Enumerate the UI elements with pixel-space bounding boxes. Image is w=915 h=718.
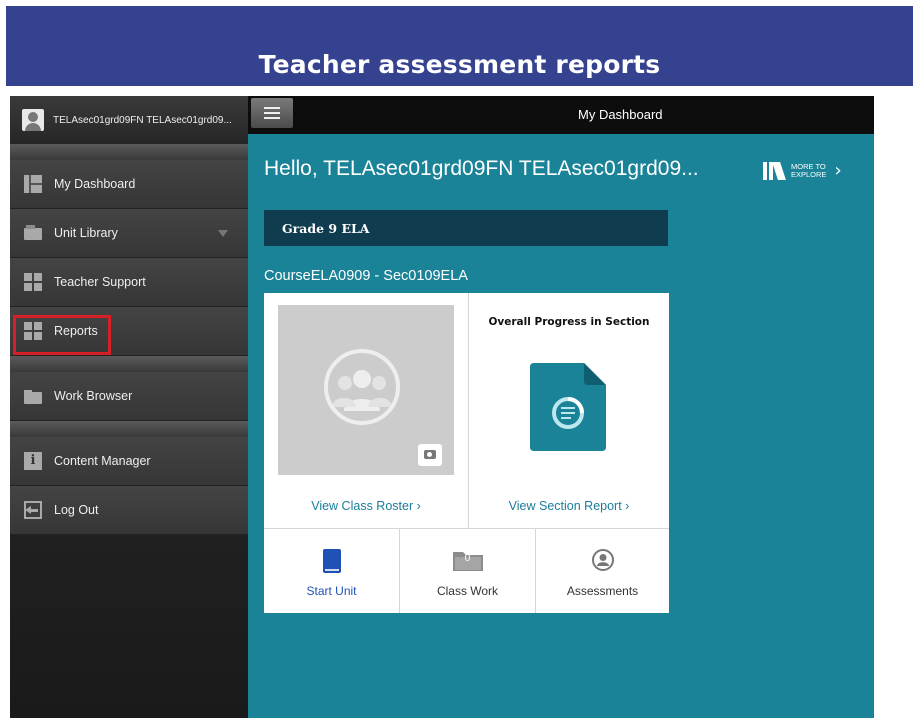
assessment-user-icon — [591, 549, 614, 571]
dashboard-icon — [24, 175, 42, 193]
sidebar-item-label: Content Manager — [54, 454, 151, 468]
sidebar: TELAsec01grd09FN TELAsec01grd09... My Da… — [10, 96, 248, 718]
sidebar-item-my-dashboard[interactable]: My Dashboard — [10, 160, 248, 209]
folder-icon — [24, 387, 42, 405]
start-unit-label: Start Unit — [306, 584, 357, 598]
chevron-right-icon: › — [625, 499, 630, 513]
class-work-button[interactable]: 0 Class Work — [400, 529, 535, 613]
camera-icon[interactable] — [418, 444, 442, 466]
sidebar-item-teacher-support[interactable]: Teacher Support — [10, 258, 248, 307]
book-icon — [322, 549, 341, 573]
reports-highlight-box — [13, 315, 111, 355]
main-content: My Dashboard Hello, TELAsec01grd09FN TEL… — [248, 96, 874, 718]
overall-progress-title: Overall Progress in Section — [488, 316, 650, 328]
sidebar-item-label: Log Out — [54, 503, 99, 517]
grade-label: Grade 9 ELA — [282, 221, 370, 236]
progress-document-icon[interactable] — [530, 363, 606, 451]
app-window: TELAsec01grd09FN TELAsec01grd09... My Da… — [10, 96, 874, 718]
class-work-label: Class Work — [436, 584, 499, 598]
chevron-right-icon: › — [834, 160, 842, 181]
class-card: Overall Progress in Section View Class R… — [264, 293, 669, 613]
greeting: Hello, TELAsec01grd09FN TELAsec01grd09..… — [264, 157, 699, 180]
chevron-down-icon[interactable] — [218, 230, 228, 237]
explore-text: MORE TO EXPLORE — [791, 162, 827, 179]
assessments-label: Assessments — [566, 584, 639, 598]
sidebar-separator — [10, 356, 248, 372]
view-section-report-link[interactable]: View Section Report › — [469, 499, 669, 513]
start-unit-button[interactable]: Start Unit — [264, 529, 399, 613]
user-profile[interactable]: TELAsec01grd09FN TELAsec01grd09... — [10, 96, 248, 144]
top-bar: My Dashboard — [248, 96, 874, 134]
course-title: CourseELA0909 - Sec0109ELA — [264, 268, 468, 284]
more-to-explore-link[interactable]: MORE TO EXPLORE › — [763, 160, 842, 181]
hamburger-icon — [264, 117, 280, 119]
chevron-right-icon: › — [416, 499, 421, 513]
sidebar-item-label: My Dashboard — [54, 177, 136, 191]
sidebar-item-work-browser[interactable]: Work Browser — [10, 372, 248, 421]
grade-header[interactable]: Grade 9 ELA — [264, 210, 668, 246]
class-photo[interactable] — [278, 305, 454, 475]
sidebar-separator — [10, 421, 248, 437]
explore-logo-icon — [763, 161, 786, 180]
info-icon: i — [24, 452, 42, 470]
unit-library-icon — [24, 224, 42, 242]
sidebar-item-content-manager[interactable]: i Content Manager — [10, 437, 248, 486]
hamburger-icon — [264, 107, 280, 109]
logout-icon — [24, 501, 42, 519]
header-banner: Teacher assessment reports — [6, 6, 913, 86]
explore-line2: EXPLORE — [791, 169, 827, 179]
page-title: My Dashboard — [578, 107, 663, 122]
group-icon — [324, 349, 400, 425]
sidebar-separator — [10, 144, 248, 160]
sidebar-item-label: Work Browser — [54, 389, 133, 403]
sidebar-item-log-out[interactable]: Log Out — [10, 486, 248, 535]
class-work-badge: 0 — [464, 553, 471, 564]
sidebar-item-unit-library[interactable]: Unit Library — [10, 209, 248, 258]
assessments-button[interactable]: Assessments — [536, 529, 669, 613]
view-class-roster-label: View Class Roster — [311, 499, 414, 513]
hamburger-icon — [264, 112, 280, 114]
teacher-support-icon — [24, 273, 42, 291]
sidebar-item-label: Teacher Support — [54, 275, 146, 289]
view-section-report-label: View Section Report — [508, 499, 622, 513]
sidebar-item-label: Unit Library — [54, 226, 118, 240]
banner-title: Teacher assessment reports — [258, 50, 661, 79]
view-class-roster-link[interactable]: View Class Roster › — [264, 499, 468, 513]
menu-button[interactable] — [251, 98, 293, 128]
user-name: TELAsec01grd09FN TELAsec01grd09... — [53, 114, 232, 126]
divider — [468, 293, 469, 528]
avatar-icon — [22, 109, 44, 131]
